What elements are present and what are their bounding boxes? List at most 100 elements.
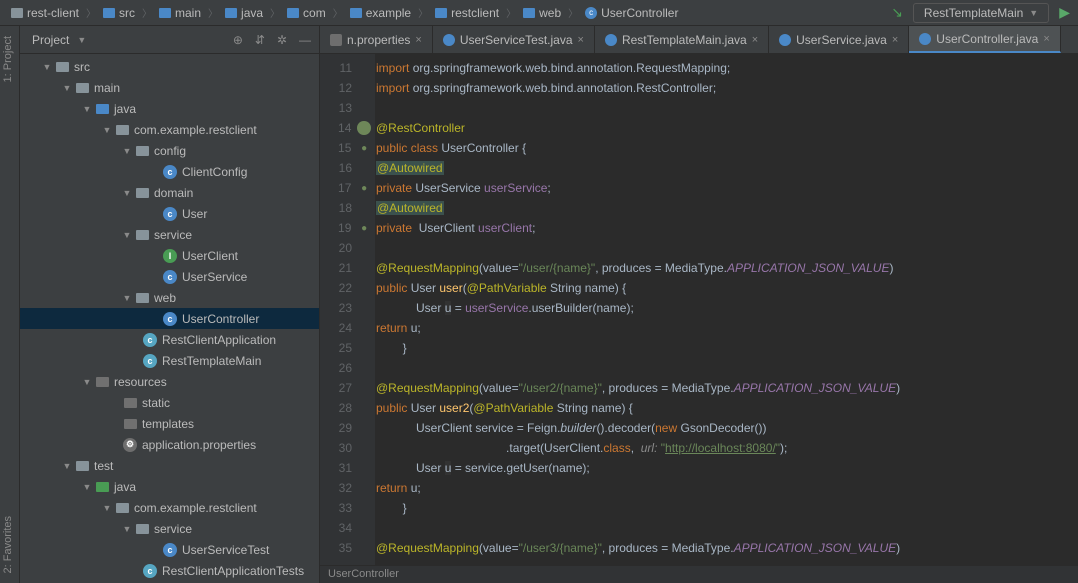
close-icon[interactable]: × xyxy=(1043,33,1049,45)
code-line[interactable]: import org.springframework.web.bind.anno… xyxy=(376,58,1078,78)
run-button[interactable]: ▶ xyxy=(1059,4,1070,21)
code-line[interactable]: User u = userService.userBuilder(name); xyxy=(376,298,1078,318)
code-line[interactable]: private UserService userService; xyxy=(376,178,1078,198)
gutter-line[interactable]: 15● xyxy=(320,138,375,158)
tree-class-user[interactable]: cUser xyxy=(20,203,319,224)
code-line[interactable]: @Autowired xyxy=(376,198,1078,218)
gutter-line[interactable]: 19● xyxy=(320,218,375,238)
breadcrumb-item[interactable]: com xyxy=(284,5,329,21)
gutter-line[interactable]: 17● xyxy=(320,178,375,198)
code-line[interactable] xyxy=(376,98,1078,118)
gutter-line[interactable]: 28 xyxy=(320,398,375,418)
tree-class-usercontroller[interactable]: cUserController xyxy=(20,308,319,329)
gutter-line[interactable]: 35 xyxy=(320,538,375,558)
tree-class-userservicetest[interactable]: cUserServiceTest xyxy=(20,539,319,560)
run-configuration-selector[interactable]: RestTemplateMain ▼ xyxy=(913,3,1049,23)
gutter-impl-icon[interactable]: ● xyxy=(357,141,371,155)
breadcrumb-item[interactable]: src xyxy=(100,5,138,21)
tree-folder-src[interactable]: ▼src xyxy=(20,56,319,77)
code-line[interactable]: private UserClient userClient; xyxy=(376,218,1078,238)
tree-test-package[interactable]: ▼com.example.restclient xyxy=(20,497,319,518)
tree-class-clientconfig[interactable]: cClientConfig xyxy=(20,161,319,182)
tree-class-restclientapplicationtests[interactable]: cRestClientApplicationTests xyxy=(20,560,319,581)
code-line[interactable]: .target(UserClient.class, url: "http://l… xyxy=(376,438,1078,458)
breadcrumb-item[interactable]: java xyxy=(222,5,266,21)
gutter-line[interactable]: 23 xyxy=(320,298,375,318)
code-editor[interactable]: 1112131415●1617●1819●2021222324252627282… xyxy=(320,54,1078,565)
breadcrumb-item[interactable]: web xyxy=(520,5,564,21)
close-icon[interactable]: × xyxy=(578,34,584,46)
sync-icon[interactable]: ↘ xyxy=(891,4,903,21)
code-line[interactable]: return u; xyxy=(376,318,1078,338)
tree-folder-test-java[interactable]: ▼java xyxy=(20,476,319,497)
breadcrumb-item[interactable]: rest-client xyxy=(8,5,82,21)
gutter-line[interactable]: 33 xyxy=(320,498,375,518)
gutter-line[interactable]: 20 xyxy=(320,238,375,258)
tree-class-restclientapplication[interactable]: cRestClientApplication xyxy=(20,329,319,350)
gutter-line[interactable]: 21 xyxy=(320,258,375,278)
code-line[interactable] xyxy=(376,238,1078,258)
code-line[interactable]: import org.springframework.web.bind.anno… xyxy=(376,78,1078,98)
breadcrumb-item[interactable]: restclient xyxy=(432,5,502,21)
close-icon[interactable]: × xyxy=(752,34,758,46)
code-line[interactable]: public class UserController { xyxy=(376,138,1078,158)
gutter-anno-icon[interactable] xyxy=(357,121,371,135)
editor-tab[interactable]: UserServiceTest.java× xyxy=(433,26,595,53)
code-line[interactable]: @RequestMapping(value="/user3/{name}", p… xyxy=(376,538,1078,558)
gutter-line[interactable]: 24 xyxy=(320,318,375,338)
tree-folder-test-service[interactable]: ▼service xyxy=(20,518,319,539)
gutter-line[interactable]: 11 xyxy=(320,58,375,78)
code-line[interactable]: return u; xyxy=(376,478,1078,498)
code-line[interactable]: UserClient service = Feign.builder().dec… xyxy=(376,418,1078,438)
editor-tab[interactable]: UserService.java× xyxy=(769,26,909,53)
gutter-line[interactable]: 12 xyxy=(320,78,375,98)
gutter-line[interactable]: 29 xyxy=(320,418,375,438)
tree-folder-web[interactable]: ▼web xyxy=(20,287,319,308)
tree-application-properties[interactable]: ⚙application.properties xyxy=(20,434,319,455)
code-line[interactable]: public User user(@PathVariable String na… xyxy=(376,278,1078,298)
tree-folder-static[interactable]: static xyxy=(20,392,319,413)
tree-folder-domain[interactable]: ▼domain xyxy=(20,182,319,203)
code-line[interactable]: @RestController xyxy=(376,118,1078,138)
gutter-impl-icon[interactable]: ● xyxy=(357,221,371,235)
gutter-line[interactable]: 18 xyxy=(320,198,375,218)
chevron-down-icon[interactable]: ▼ xyxy=(77,35,86,45)
code-line[interactable]: } xyxy=(376,498,1078,518)
tree-class-resttemplatemain[interactable]: cRestTemplateMain xyxy=(20,350,319,371)
gutter-line[interactable]: 13 xyxy=(320,98,375,118)
gutter-line[interactable]: 30 xyxy=(320,438,375,458)
tree-folder-service[interactable]: ▼service xyxy=(20,224,319,245)
gutter-line[interactable]: 22 xyxy=(320,278,375,298)
gutter-line[interactable]: 27 xyxy=(320,378,375,398)
collapse-icon[interactable]: ⇵ xyxy=(255,33,265,47)
tree-folder-resources[interactable]: ▼resources xyxy=(20,371,319,392)
code-line[interactable] xyxy=(376,358,1078,378)
tree-class-userclient[interactable]: IUserClient xyxy=(20,245,319,266)
project-tree[interactable]: ▼src ▼main ▼java ▼com.example.restclient… xyxy=(20,54,319,583)
gutter-line[interactable]: 25 xyxy=(320,338,375,358)
code-lines[interactable]: import org.springframework.web.bind.anno… xyxy=(376,54,1078,565)
gutter-line[interactable]: 32 xyxy=(320,478,375,498)
tree-folder-templates[interactable]: templates xyxy=(20,413,319,434)
code-line[interactable]: @RequestMapping(value="/user2/{name}", p… xyxy=(376,378,1078,398)
code-line[interactable]: } xyxy=(376,338,1078,358)
code-line[interactable]: @RequestMapping(value="/user/{name}", pr… xyxy=(376,258,1078,278)
gutter-line[interactable]: 16 xyxy=(320,158,375,178)
breadcrumb-item[interactable]: main xyxy=(156,5,204,21)
tree-package[interactable]: ▼com.example.restclient xyxy=(20,119,319,140)
breadcrumb-item[interactable]: cUserController xyxy=(582,5,681,21)
editor-tab[interactable]: n.properties× xyxy=(320,26,433,53)
editor-tab[interactable]: UserController.java× xyxy=(909,26,1060,53)
close-icon[interactable]: × xyxy=(892,34,898,46)
gutter-impl-icon[interactable]: ● xyxy=(357,181,371,195)
editor-tab[interactable]: RestTemplateMain.java× xyxy=(595,26,769,53)
gutter-line[interactable]: 26 xyxy=(320,358,375,378)
breadcrumb-item[interactable]: example xyxy=(347,5,414,21)
code-line[interactable]: @Autowired xyxy=(376,158,1078,178)
code-line[interactable] xyxy=(376,518,1078,538)
tree-folder-config[interactable]: ▼config xyxy=(20,140,319,161)
tree-folder-test[interactable]: ▼test xyxy=(20,455,319,476)
gutter-line[interactable]: 14 xyxy=(320,118,375,138)
tree-class-userservice[interactable]: cUserService xyxy=(20,266,319,287)
gutter-line[interactable]: 34 xyxy=(320,518,375,538)
